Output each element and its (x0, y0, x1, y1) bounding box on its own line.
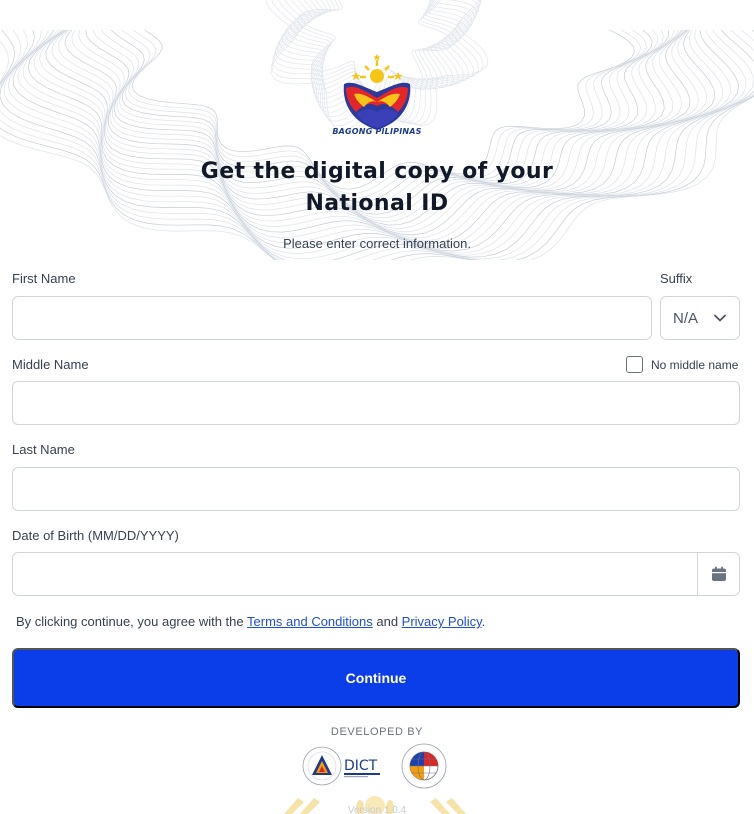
chevron-down-icon (714, 314, 726, 322)
developer-logos: DICT (302, 743, 447, 789)
no-middle-name-checkbox[interactable] (626, 356, 643, 373)
first-name-input[interactable] (12, 296, 652, 340)
no-middle-name-label[interactable]: No middle name (651, 358, 738, 372)
dob-label: Date of Birth (MM/DD/YYYY) (12, 528, 179, 543)
last-name-label: Last Name (12, 442, 75, 457)
dob-picker-button[interactable] (697, 553, 739, 595)
page-subtitle: Please enter correct information. (283, 236, 471, 251)
dob-input[interactable] (13, 553, 699, 595)
dict-logo-text: DICT (344, 758, 378, 774)
title-line-1: Get the digital copy of your (200, 159, 554, 184)
continue-button[interactable]: Continue (12, 648, 740, 708)
header: BAGONG PILIPINAS Get the digital copy of… (0, 0, 754, 260)
terms-prefix: By clicking continue, you agree with the (16, 614, 248, 629)
psa-seal-logo (401, 743, 447, 789)
calendar-icon (711, 566, 726, 581)
dict-wordmark: DICT (344, 758, 380, 778)
terms-suffix: . (481, 614, 486, 629)
terms-notice: By clicking continue, you agree with the… (16, 614, 485, 629)
middle-name-input[interactable] (12, 381, 740, 425)
logo-text: BAGONG PILIPINAS (332, 127, 422, 136)
suffix-value: N/A (673, 310, 699, 327)
middle-name-label: Middle Name (12, 357, 89, 372)
terms-link[interactable]: Terms and Conditions (247, 614, 373, 629)
first-name-label: First Name (12, 271, 76, 286)
suffix-select[interactable]: N/A (660, 296, 740, 340)
terms-middle: and (372, 614, 402, 629)
dob-field (12, 552, 740, 596)
page-title: Get the digital copy of your National ID (0, 156, 754, 220)
dict-seal-logo (302, 746, 342, 786)
privacy-link[interactable]: Privacy Policy (402, 614, 482, 629)
bagong-pilipinas-logo (343, 54, 411, 130)
developed-by-label: DEVELOPED BY (330, 726, 424, 738)
suffix-label: Suffix (660, 271, 693, 286)
title-line-2: National ID (305, 191, 449, 216)
version-label: Version 1.0.4 (347, 805, 407, 814)
last-name-input[interactable] (12, 467, 740, 511)
